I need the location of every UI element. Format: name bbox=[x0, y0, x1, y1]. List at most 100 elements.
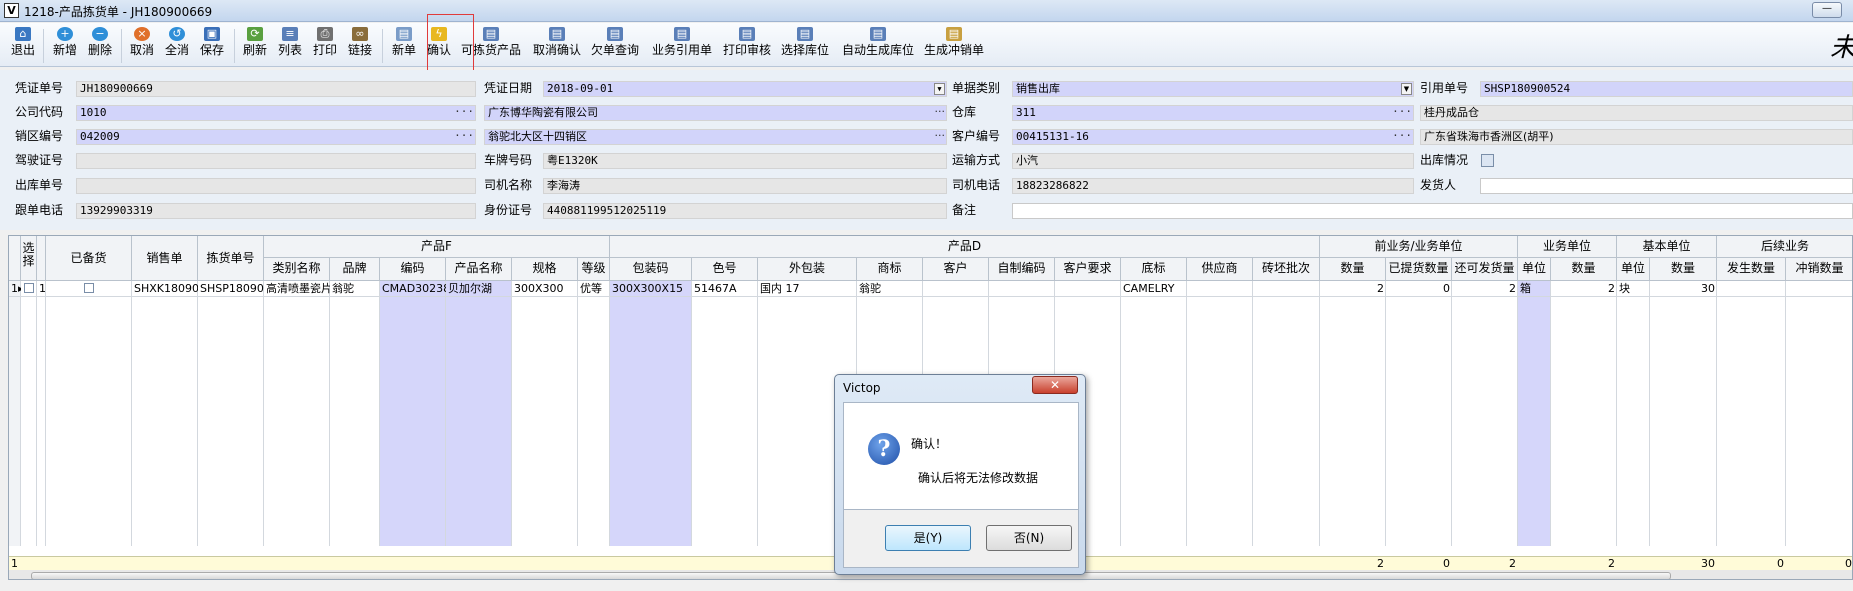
ellipsis-icon[interactable]: ··· bbox=[1392, 130, 1412, 143]
company-name-field[interactable]: 广东博华陶瓷有限公司 ··· bbox=[484, 105, 947, 121]
owed-query-button[interactable]: ▤ 欠单查询 bbox=[590, 25, 640, 65]
pick-no-cell[interactable]: SHSP180900 bbox=[198, 282, 264, 296]
dropdown-icon[interactable]: ▼ bbox=[1401, 83, 1412, 95]
col-header-trademark[interactable]: 商标 bbox=[857, 258, 923, 281]
ellipsis-icon[interactable]: ··· bbox=[454, 130, 474, 143]
col-header-category[interactable]: 类别名称 bbox=[264, 258, 330, 281]
ellipsis-icon[interactable]: ··· bbox=[935, 106, 946, 119]
col-header-offset-qty[interactable]: 冲销数量 bbox=[1786, 258, 1852, 281]
col-header-batch[interactable]: 砖坯批次 bbox=[1253, 258, 1320, 281]
driver-phone-field[interactable]: 18823286822 bbox=[1012, 178, 1414, 194]
customer-name-field[interactable]: 广东省珠海市香洲区(胡平) bbox=[1420, 129, 1853, 145]
col-header-remain-qty[interactable]: 还可发货量 bbox=[1452, 258, 1518, 281]
col-header-product-name[interactable]: 产品名称 bbox=[446, 258, 512, 281]
voucher-no-field[interactable]: JH180900669 bbox=[76, 81, 476, 97]
shipper-field[interactable] bbox=[1480, 178, 1853, 194]
list-button[interactable]: ≡ 列表 bbox=[275, 25, 305, 65]
grade-cell[interactable]: 优等 bbox=[578, 282, 610, 296]
no-button[interactable]: 否(N) bbox=[986, 525, 1072, 551]
col-header-spec[interactable]: 规格 bbox=[512, 258, 578, 281]
col-header-biz-qty[interactable]: 数量 bbox=[1551, 258, 1617, 281]
category-cell[interactable]: 高清喷墨瓷片 bbox=[264, 282, 330, 296]
select-header[interactable]: 选择 bbox=[21, 236, 37, 281]
remain-qty-cell[interactable]: 2 bbox=[1452, 282, 1516, 296]
sales-order-cell[interactable]: SHXK180900 bbox=[132, 282, 198, 296]
print-audit-button[interactable]: ▤ 打印审核 bbox=[722, 25, 772, 65]
driver-name-field[interactable]: 李海涛 bbox=[543, 178, 947, 194]
refresh-button[interactable]: ⟳ 刷新 bbox=[240, 25, 270, 65]
warehouse-name-field[interactable]: 桂丹成品仓 bbox=[1420, 105, 1853, 121]
outer-pack-cell[interactable]: 国内 17 bbox=[758, 282, 857, 296]
driver-id-field[interactable] bbox=[76, 153, 476, 169]
col-header-brand[interactable]: 品牌 bbox=[330, 258, 380, 281]
company-code-field[interactable]: 1010 ··· bbox=[76, 105, 476, 121]
pack-code-cell[interactable]: 300X300X15 bbox=[610, 282, 692, 296]
qty-cell[interactable]: 2 bbox=[1320, 282, 1384, 296]
col-header-bottom-mark[interactable]: 底标 bbox=[1121, 258, 1187, 281]
plate-no-field[interactable]: 粤E1320K bbox=[543, 153, 947, 169]
col-header-supplier[interactable]: 供应商 bbox=[1187, 258, 1253, 281]
col-header-qty[interactable]: 数量 bbox=[1320, 258, 1386, 281]
biz-unit-cell[interactable]: 箱 bbox=[1518, 282, 1551, 296]
code-cell[interactable]: CMAD30238 bbox=[380, 282, 446, 296]
col-header-color-no[interactable]: 色号 bbox=[692, 258, 758, 281]
generate-offset-button[interactable]: ▤ 生成冲销单 bbox=[922, 25, 986, 65]
outbound-no-field[interactable] bbox=[76, 178, 476, 194]
id-no-field[interactable]: 440881199512025119 bbox=[543, 203, 947, 219]
area-name-field[interactable]: 翁驼北大区十四销区 ··· bbox=[484, 129, 947, 145]
sales-area-field[interactable]: 042009 ··· bbox=[76, 129, 476, 145]
col-header-customer-req[interactable]: 客户要求 bbox=[1055, 258, 1121, 281]
pick-no-header[interactable]: 拣货单号 bbox=[198, 236, 264, 281]
col-header-base-unit[interactable]: 单位 bbox=[1617, 258, 1650, 281]
col-header-customer[interactable]: 客户 bbox=[923, 258, 989, 281]
col-header-pack-code[interactable]: 包装码 bbox=[610, 258, 692, 281]
follow-phone-field[interactable]: 13929903319 bbox=[76, 203, 476, 219]
col-header-base-qty[interactable]: 数量 bbox=[1650, 258, 1717, 281]
cancel-button[interactable]: × 取消 bbox=[127, 25, 157, 65]
biz-qty-cell[interactable]: 2 bbox=[1551, 282, 1615, 296]
col-header-code[interactable]: 编码 bbox=[380, 258, 446, 281]
sales-order-header[interactable]: 销售单 bbox=[132, 236, 198, 281]
print-button[interactable]: ⎙ 打印 bbox=[310, 25, 340, 65]
cancel-confirm-button[interactable]: ▤ 取消确认 bbox=[532, 25, 582, 65]
customer-no-field[interactable]: 00415131-16 ··· bbox=[1012, 129, 1414, 145]
col-header-occur-qty[interactable]: 发生数量 bbox=[1717, 258, 1786, 281]
minimize-button[interactable]: — bbox=[1812, 2, 1842, 18]
select-checkbox[interactable] bbox=[24, 283, 34, 293]
exit-button[interactable]: ⌂ 退出 bbox=[8, 25, 38, 65]
remark-field[interactable] bbox=[1012, 203, 1853, 219]
trademark-cell[interactable]: 翁驼 bbox=[857, 282, 923, 296]
base-unit-cell[interactable]: 块 bbox=[1617, 282, 1650, 296]
business-ref-button[interactable]: ▤ 业务引用单 bbox=[650, 25, 714, 65]
color-no-cell[interactable]: 51467A bbox=[692, 282, 758, 296]
spec-cell[interactable]: 300X300 bbox=[512, 282, 578, 296]
brand-cell[interactable]: 翁驼 bbox=[330, 282, 380, 296]
yes-button[interactable]: 是(Y) bbox=[885, 525, 971, 551]
select-location-button[interactable]: ▤ 选择库位 bbox=[780, 25, 830, 65]
ellipsis-icon[interactable]: ··· bbox=[1392, 106, 1412, 119]
outbound-status-checkbox[interactable] bbox=[1481, 154, 1494, 167]
picked-qty-cell[interactable]: 0 bbox=[1386, 282, 1450, 296]
delete-button[interactable]: − 删除 bbox=[85, 25, 115, 65]
product-name-cell[interactable]: 贝加尔湖 bbox=[446, 282, 512, 296]
col-header-outer-pack[interactable]: 外包装 bbox=[758, 258, 857, 281]
dialog-close-button[interactable]: ✕ bbox=[1032, 376, 1078, 394]
transport-field[interactable]: 小汽 bbox=[1012, 153, 1414, 169]
flag-header[interactable] bbox=[37, 236, 46, 281]
table-row[interactable]: 1▸ 1 SHXK180900 SHSP180900 高清喷墨瓷片 翁驼 CMA… bbox=[9, 282, 1852, 297]
ref-no-field[interactable]: SHSP180900524 bbox=[1480, 81, 1853, 97]
base-qty-cell[interactable]: 30 bbox=[1650, 282, 1715, 296]
add-button[interactable]: + 新增 bbox=[50, 25, 80, 65]
new-doc-button[interactable]: ▤ 新单 bbox=[389, 25, 419, 65]
bottom-mark-cell[interactable]: CAMELRY bbox=[1121, 282, 1187, 296]
ellipsis-icon[interactable]: ··· bbox=[935, 130, 946, 143]
voucher-date-field[interactable]: 2018-09-01 ▼ bbox=[543, 81, 947, 97]
stocked-header[interactable]: 已备货 bbox=[46, 236, 132, 281]
auto-location-button[interactable]: ▤ 自动生成库位 bbox=[840, 25, 916, 65]
dropdown-icon[interactable]: ▼ bbox=[934, 83, 945, 95]
save-button[interactable]: ▣ 保存 bbox=[197, 25, 227, 65]
col-header-grade[interactable]: 等级 bbox=[578, 258, 610, 281]
doc-type-field[interactable]: 销售出库 ▼ bbox=[1012, 81, 1414, 97]
col-header-biz-unit[interactable]: 单位 bbox=[1518, 258, 1551, 281]
col-header-self-code[interactable]: 自制编码 bbox=[989, 258, 1055, 281]
